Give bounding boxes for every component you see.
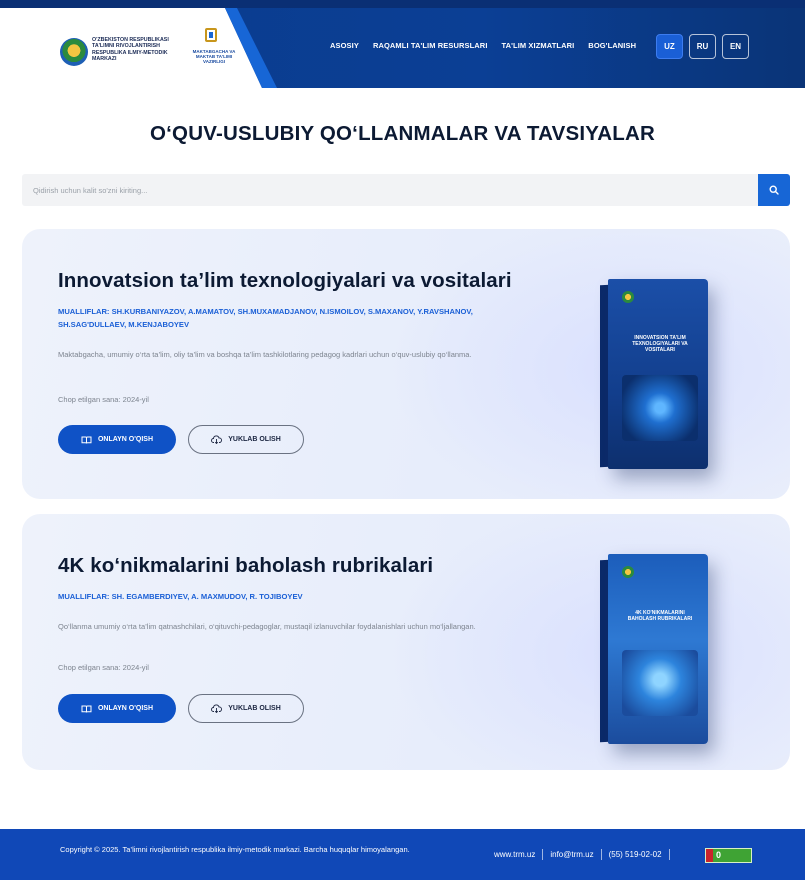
main-nav: ASOSIY RAQAMLI TA'LIM RESURSLARI TA'LIM … xyxy=(330,41,636,50)
search-bar xyxy=(22,174,758,206)
book-authors: MUALLIFLAR: SH.KURBANIYAZOV, A.MAMATOV, … xyxy=(58,307,473,329)
site-header: O'ZBEKISTON RESPUBLIKASI TA'LIMNI RIVOJL… xyxy=(0,0,805,88)
footer-phone[interactable]: (55) 519-02-02 xyxy=(609,850,662,859)
footer-website-link[interactable]: www.trm.uz xyxy=(494,850,535,859)
read-online-label: ONLAYN O'QISH xyxy=(97,705,154,712)
search-icon xyxy=(769,185,779,195)
header-top-line xyxy=(0,0,805,8)
cover-emblem-icon xyxy=(622,566,634,578)
copyright-text: Copyright © 2025. Ta’limni rivojlantiris… xyxy=(60,845,410,854)
ministry-name: MAKTABGACHA VA MAKTAB TA'LIMI VAZIRLIGI xyxy=(192,49,236,65)
book-title[interactable]: 4K ko‘nikmalarini baholash rubrikalari xyxy=(58,554,433,578)
lang-ru-button[interactable]: RU xyxy=(689,34,716,59)
card-glow xyxy=(390,514,790,770)
cloud-download-icon xyxy=(211,435,223,444)
nav-item-boglanish[interactable]: BOG'LANISH xyxy=(588,41,636,50)
page-title: O‘QUV-USLUBIY QO‘LLANMALAR VA TAVSIYALAR xyxy=(150,122,655,145)
footer-separator xyxy=(600,849,602,860)
book-front: INNOVATSION TA'LIM TEXNOLOGIYALARI VA VO… xyxy=(608,279,708,469)
nav-item-raqamli-resurslar[interactable]: RAQAMLI TA'LIM RESURSLARI xyxy=(373,41,488,50)
language-switcher: UZ RU EN xyxy=(656,34,749,59)
cover-title: INNOVATSION TA'LIM TEXNOLOGIYALARI VA VO… xyxy=(632,335,688,353)
footer-separator xyxy=(668,849,670,860)
download-label: YUKLAB OLISH xyxy=(228,705,281,712)
read-online-label: ONLAYN O'QISH xyxy=(97,436,154,443)
counter-value: 0 xyxy=(716,850,722,860)
footer-email-link[interactable]: info@trm.uz xyxy=(550,850,593,859)
cover-artwork xyxy=(622,375,698,441)
book-title[interactable]: Innovatsion ta’lim texnologiyalari va vo… xyxy=(58,269,512,293)
lang-en-button[interactable]: EN xyxy=(722,34,749,59)
book-authors: MUALLIFLAR: SH. EGAMBERDIYEV, A. MAXMUDO… xyxy=(58,592,303,601)
book-date: Chop etilgan sana: 2024-yil xyxy=(58,395,149,404)
download-button[interactable]: YUKLAB OLISH xyxy=(188,694,304,723)
cover-title: 4K KO'NIKMALARINI BAHOLASH RUBRIKALARI xyxy=(627,610,693,622)
cover-artwork xyxy=(622,650,698,716)
download-label: YUKLAB OLISH xyxy=(228,436,281,443)
book-open-icon xyxy=(81,436,92,444)
cover-emblem-icon xyxy=(622,291,634,303)
book-card: 4K ko‘nikmalarini baholash rubrikalari M… xyxy=(22,514,790,770)
book-description: Qo‘llanma umumiy o‘rta ta’lim qatnashchi… xyxy=(58,622,476,631)
search-input[interactable] xyxy=(22,174,758,206)
book-card: Innovatsion ta’lim texnologiyalari va vo… xyxy=(22,229,790,499)
nav-item-asosiy[interactable]: ASOSIY xyxy=(330,41,359,50)
read-online-button[interactable]: ONLAYN O'QISH xyxy=(58,425,176,454)
ministry-logo-icon[interactable] xyxy=(205,28,217,42)
book-open-icon xyxy=(81,705,92,713)
cloud-download-icon xyxy=(211,704,223,713)
org-name: O'ZBEKISTON RESPUBLIKASI TA'LIMNI RIVOJL… xyxy=(92,37,169,62)
nav-item-talim-xizmatlari[interactable]: TA'LIM XIZMATLARI xyxy=(502,41,575,50)
site-footer: Copyright © 2025. Ta’limni rivojlantiris… xyxy=(0,829,805,880)
read-online-button[interactable]: ONLAYN O'QISH xyxy=(58,694,176,723)
lang-uz-button[interactable]: UZ xyxy=(656,34,683,59)
book-description: Maktabgacha, umumiy o‘rta ta’lim, oliy t… xyxy=(58,350,472,359)
book-date: Chop etilgan sana: 2024-yil xyxy=(58,663,149,672)
download-button[interactable]: YUKLAB OLISH xyxy=(188,425,304,454)
counter-flag xyxy=(706,849,713,862)
book-cover-image[interactable]: INNOVATSION TA'LIM TEXNOLOGIYALARI VA VO… xyxy=(600,279,710,469)
book-front: 4K KO'NIKMALARINI BAHOLASH RUBRIKALARI xyxy=(608,554,708,744)
state-emblem-icon[interactable] xyxy=(60,38,88,66)
footer-separator xyxy=(542,849,544,860)
visitor-counter-badge[interactable]: 0 xyxy=(705,848,752,863)
search-button[interactable] xyxy=(758,174,790,206)
footer-contacts: www.trm.uz info@trm.uz (55) 519-02-02 xyxy=(494,849,670,860)
book-cover-image[interactable]: 4K KO'NIKMALARINI BAHOLASH RUBRIKALARI xyxy=(600,554,710,744)
